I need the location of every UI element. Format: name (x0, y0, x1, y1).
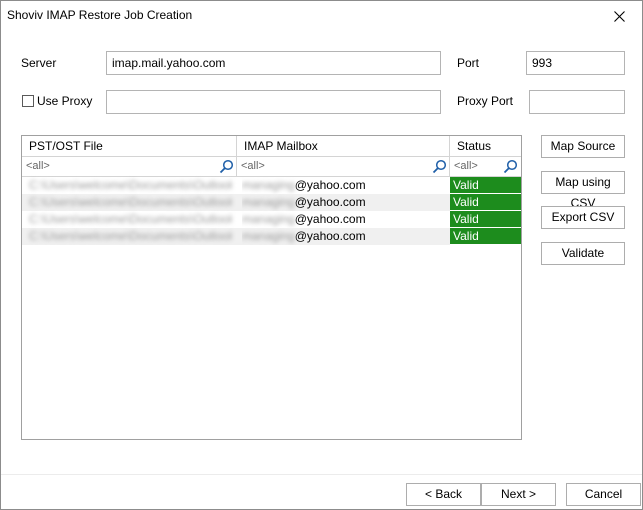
next-button[interactable]: Next > (481, 483, 556, 506)
cell-pst-file: C:\Users\welcome\Documents\Outlook ... (29, 212, 232, 226)
table-row[interactable]: C:\Users\welcome\Documents\Outlook ... m… (22, 177, 521, 194)
grid-header: PST/OST File IMAP Mailbox Status (22, 136, 521, 157)
cell-pst-file: C:\Users\welcome\Documents\Outlook ... (29, 229, 232, 243)
mailbox-domain: @yahoo.com (294, 212, 366, 226)
cell-pst-file: C:\Users\welcome\Documents\Outlook ... (29, 195, 232, 209)
mailbox-domain: @yahoo.com (294, 229, 366, 243)
column-header-status[interactable]: Status (450, 136, 521, 157)
cell-imap-mailbox: managing@yahoo.com (242, 228, 447, 245)
validate-button[interactable]: Validate (541, 242, 625, 265)
mailbox-user: managing (242, 229, 295, 243)
cell-imap-mailbox: managing@yahoo.com (242, 211, 447, 228)
mailbox-domain: @yahoo.com (294, 178, 366, 192)
footer-divider (1, 474, 642, 475)
column-header-imap-mailbox[interactable]: IMAP Mailbox (237, 136, 450, 157)
port-label: Port (457, 56, 480, 70)
map-using-csv-button[interactable]: Map using CSV (541, 171, 625, 210)
table-row[interactable]: C:\Users\welcome\Documents\Outlook ... m… (22, 228, 521, 245)
mailbox-domain: @yahoo.com (294, 195, 366, 209)
titlebar: Shoviv IMAP Restore Job Creation (1, 1, 642, 31)
use-proxy-checkbox-group[interactable]: Use Proxy (22, 94, 92, 108)
proxy-input[interactable] (106, 90, 441, 114)
window-title: Shoviv IMAP Restore Job Creation (7, 8, 193, 22)
proxy-port-label: Proxy Port (457, 94, 514, 108)
close-button[interactable] (596, 1, 642, 31)
filter-cell-status (450, 157, 521, 177)
search-icon[interactable] (432, 159, 447, 174)
search-icon[interactable] (503, 159, 518, 174)
table-row[interactable]: C:\Users\welcome\Documents\Outlook ... m… (22, 211, 521, 228)
filter-input-pst-file[interactable] (22, 157, 214, 176)
mailbox-user: managing (242, 178, 295, 192)
status-badge: Valid (450, 194, 521, 211)
status-badge: Valid (450, 177, 521, 194)
filter-cell-pst-file (22, 157, 237, 177)
cell-imap-mailbox: managing@yahoo.com (242, 194, 447, 211)
port-input[interactable] (526, 51, 625, 75)
proxy-port-input[interactable] (529, 90, 625, 114)
use-proxy-checkbox[interactable] (22, 95, 34, 107)
status-badge: Valid (450, 228, 521, 245)
cell-pst-file: C:\Users\welcome\Documents\Outlook ... (29, 178, 232, 192)
filter-cell-imap-mailbox (237, 157, 450, 177)
back-button[interactable]: < Back (406, 483, 481, 506)
use-proxy-label: Use Proxy (37, 94, 93, 108)
status-badge: Valid (450, 211, 521, 228)
mailbox-user: managing (242, 212, 295, 226)
server-input[interactable] (106, 51, 441, 75)
server-label: Server (21, 56, 57, 70)
table-row[interactable]: C:\Users\welcome\Documents\Outlook ... m… (22, 194, 521, 211)
filter-input-status[interactable] (450, 157, 500, 176)
cell-imap-mailbox: managing@yahoo.com (242, 177, 447, 194)
restore-job-window: Shoviv IMAP Restore Job Creation Server … (0, 0, 643, 510)
close-icon (613, 10, 625, 22)
grid-filter-row (22, 157, 521, 177)
column-header-pst-file[interactable]: PST/OST File (22, 136, 237, 157)
search-icon[interactable] (219, 159, 234, 174)
filter-input-imap-mailbox[interactable] (237, 157, 427, 176)
export-csv-button[interactable]: Export CSV (541, 206, 625, 229)
cancel-button[interactable]: Cancel (566, 483, 641, 506)
mapping-grid: PST/OST File IMAP Mailbox Status <all> <… (21, 135, 522, 440)
mailbox-user: managing (242, 195, 295, 209)
map-source-button[interactable]: Map Source (541, 135, 625, 158)
